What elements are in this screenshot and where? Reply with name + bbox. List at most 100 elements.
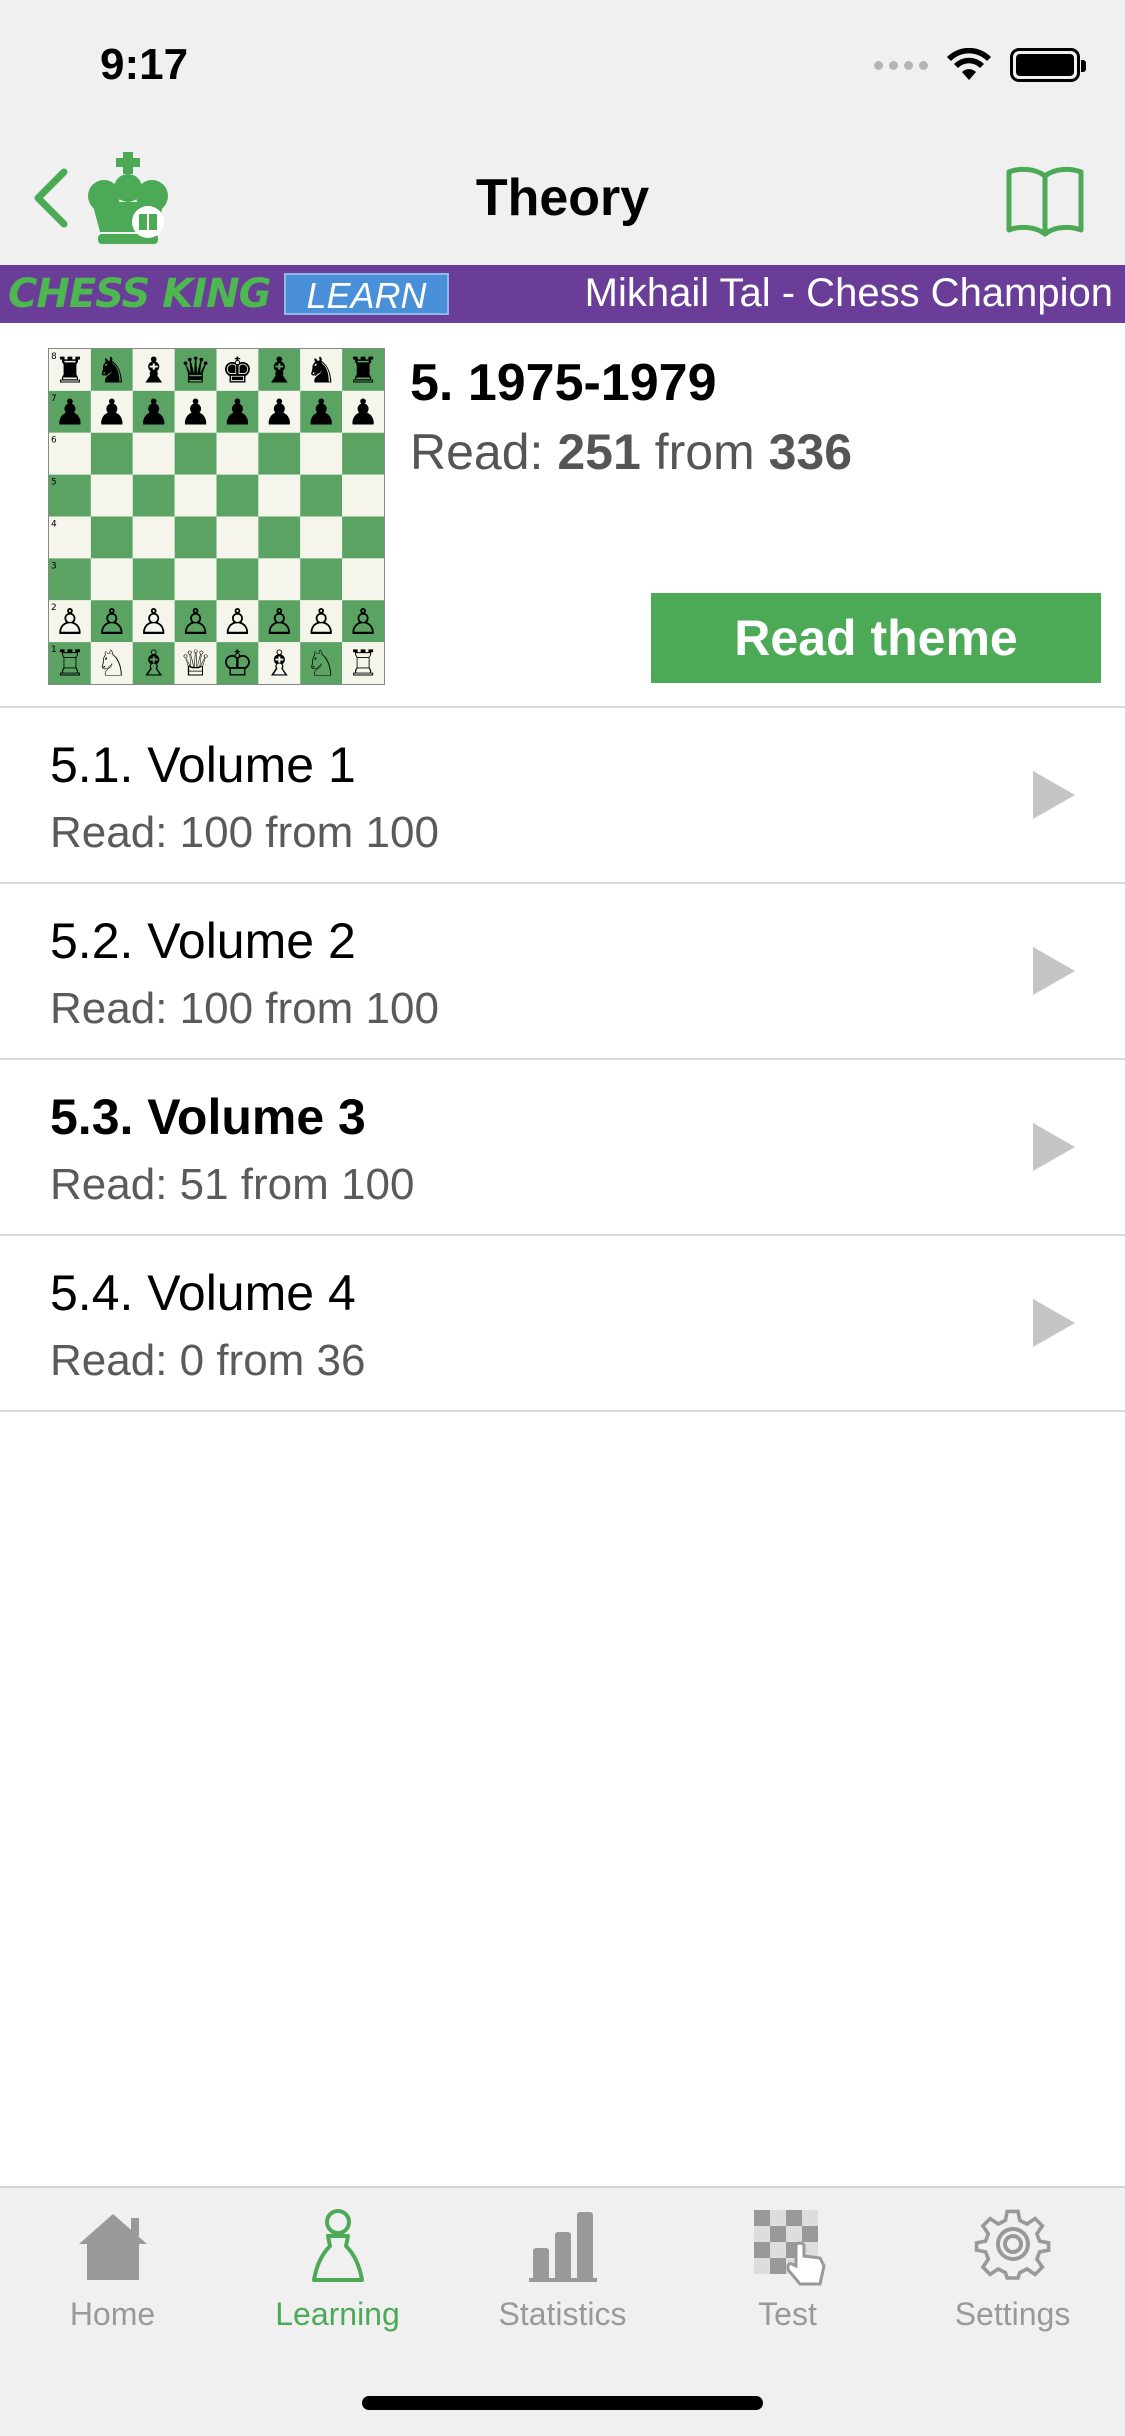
volume-progress: Read: 0 from 36: [50, 1336, 366, 1385]
tab-learning[interactable]: Learning: [225, 2206, 450, 2333]
book-icon[interactable]: [1005, 160, 1085, 240]
chess-piece-icon: ♖: [347, 644, 379, 685]
volume-list: 5.1. Volume 1 Read: 100 from 100 5.2. Vo…: [0, 708, 1125, 1412]
list-item[interactable]: 5.4. Volume 4 Read: 0 from 36: [0, 1236, 1125, 1412]
volume-progress: Read: 100 from 100: [50, 984, 439, 1033]
board-square: [216, 432, 259, 475]
chess-piece-icon: ♟: [180, 392, 212, 433]
chess-piece-icon: ♘: [305, 644, 337, 685]
read-count: 251: [557, 424, 641, 480]
board-square: [342, 432, 384, 475]
board-square: [174, 432, 217, 475]
chess-piece-icon: ♟: [221, 392, 253, 433]
list-item[interactable]: 5.2. Volume 2 Read: 100 from 100: [0, 884, 1125, 1060]
tab-label: Settings: [954, 2296, 1071, 2332]
home-indicator: [362, 2396, 763, 2410]
brand-logo: CHESS KING: [8, 271, 271, 317]
chess-piece-icon: ♞: [305, 351, 337, 392]
chess-piece-icon: ♛: [180, 351, 212, 392]
volume-title: 5.3. Volume 3: [50, 1089, 366, 1145]
chess-piece-icon: ♙: [96, 602, 128, 643]
read-label: Read:: [410, 424, 544, 480]
chess-piece-icon: ♞: [96, 351, 128, 392]
chess-piece-icon: ♟: [263, 392, 295, 433]
board-square: [174, 558, 217, 601]
chess-piece-icon: ♟: [96, 392, 128, 433]
chess-piece-icon: ♟: [54, 392, 86, 433]
board-square: [90, 516, 133, 559]
bar-chart-icon: [528, 2212, 597, 2282]
board-square: [258, 558, 301, 601]
disclosure-arrow-icon: [1033, 947, 1075, 995]
chess-piece-icon: ♔: [221, 644, 253, 685]
volume-progress: Read: 100 from 100: [50, 808, 439, 857]
rank-label: 2: [51, 603, 57, 613]
disclosure-arrow-icon: [1033, 771, 1075, 819]
theme-progress: Read: 251 from 336: [410, 423, 852, 481]
chess-piece-icon: ♟: [305, 392, 337, 433]
board-square: [90, 474, 133, 517]
volume-title: 5.1. Volume 1: [50, 737, 356, 793]
board-square: [300, 474, 343, 517]
theme-title: 5. 1975-1979: [410, 354, 717, 412]
board-square: [216, 516, 259, 559]
board-square: [90, 558, 133, 601]
chess-piece-icon: ♜: [347, 351, 379, 392]
chess-piece-icon: ♙: [263, 602, 295, 643]
rank-label: 6: [51, 436, 57, 446]
volume-progress: Read: 51 from 100: [50, 1160, 415, 1209]
chess-piece-icon: ♜: [54, 351, 86, 392]
course-title: Mikhail Tal - Chess Champion: [584, 271, 1113, 315]
tab-label: Home: [69, 2296, 156, 2332]
chess-piece-icon: ♙: [305, 602, 337, 643]
tab-test[interactable]: Test: [675, 2206, 900, 2333]
course-banner: CHESS KING LEARN Mikhail Tal - Chess Cha…: [0, 265, 1125, 323]
page-title: Theory: [475, 169, 650, 227]
chess-piece-icon: ♕: [180, 644, 212, 685]
navigation-bar: Theory: [0, 130, 1125, 265]
volume-title: 5.2. Volume 2: [50, 913, 356, 969]
tab-label: Statistics: [498, 2296, 627, 2332]
chess-piece-icon: ♟: [138, 392, 170, 433]
read-theme-button[interactable]: Read theme: [651, 593, 1101, 683]
signal-icon: [874, 60, 928, 70]
board-square: [300, 432, 343, 475]
chess-piece-icon: ♙: [221, 602, 253, 643]
board-square: [342, 474, 384, 517]
total-count: 336: [768, 424, 853, 480]
tab-settings[interactable]: Settings: [900, 2206, 1125, 2333]
list-item[interactable]: 5.1. Volume 1 Read: 100 from 100: [0, 708, 1125, 884]
board-square: [174, 474, 217, 517]
chess-piece-icon: ♚: [221, 351, 253, 392]
from-label: from: [654, 424, 755, 480]
chess-piece-icon: ♗: [263, 644, 295, 685]
home-icon: [78, 2214, 147, 2280]
board-square: [300, 516, 343, 559]
rank-label: 5: [51, 478, 57, 488]
board-square: [258, 474, 301, 517]
disclosure-arrow-icon: [1033, 1123, 1075, 1171]
gear-icon: [974, 2209, 1050, 2280]
board-square: [174, 516, 217, 559]
tab-statistics[interactable]: Statistics: [450, 2206, 675, 2333]
tab-home[interactable]: Home: [0, 2206, 225, 2333]
board-square: [132, 432, 175, 475]
board-square: [258, 516, 301, 559]
rank-label: 8: [51, 352, 57, 362]
chess-piece-icon: ♖: [54, 644, 86, 685]
status-time: 9:17: [100, 40, 189, 89]
chess-piece-icon: ♙: [138, 602, 170, 643]
chess-piece-icon: ♘: [96, 644, 128, 685]
learn-badge: LEARN: [284, 273, 449, 315]
chess-piece-icon: ♝: [138, 351, 170, 392]
theme-card: ♜ ♞ ♝ ♛ ♚ ♝ ♞ ♜ 8 ♟ ♟ ♟ ♟ ♟ ♟ ♟ ♟ 7 6 5 4 3 ♙ ♙ ♙ ♙ ♙ ♙ ♙ ♙ 2 ♖ ♘ ♗ ♕ ♔ ♗ ♘ ♖ 1…: [0, 323, 1125, 708]
checkerboard-hand-icon: [753, 2210, 826, 2286]
chessboard-thumbnail: ♜ ♞ ♝ ♛ ♚ ♝ ♞ ♜8♟ ♟ ♟ ♟ ♟ ♟ ♟ ♟76543♙ ♙ ♙ ♙ ♙ ♙ ♙ ♙2♖ ♘ ♗ ♕ ♔ ♗ ♘ ♖1: [48, 348, 385, 685]
board-square: [132, 474, 175, 517]
board-square: [132, 558, 175, 601]
board-square: [216, 558, 259, 601]
board-square: [258, 432, 301, 475]
board-square: [90, 432, 133, 475]
chess-piece-icon: ♝: [263, 351, 295, 392]
list-item[interactable]: 5.3. Volume 3 Read: 51 from 100: [0, 1060, 1125, 1236]
